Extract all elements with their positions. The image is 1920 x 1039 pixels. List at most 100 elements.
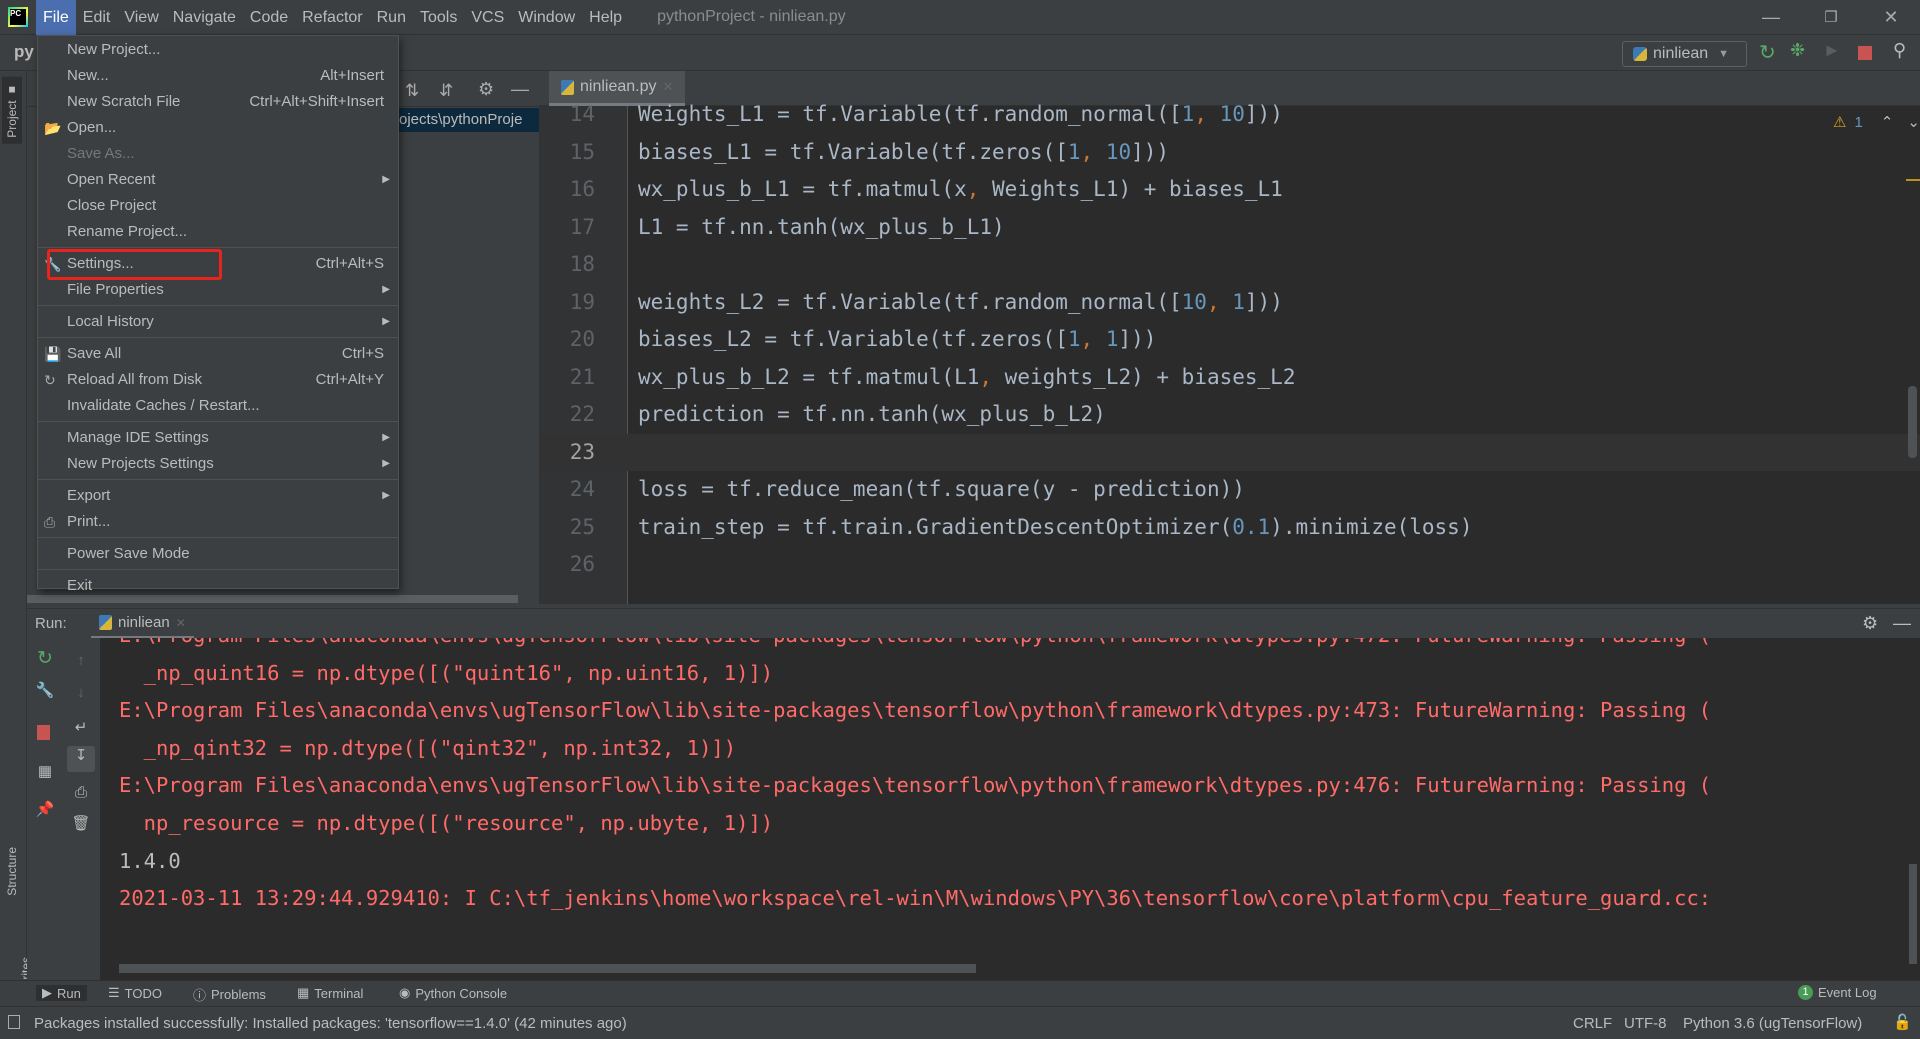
hide-panel-icon[interactable]: —: [1893, 613, 1911, 634]
close-tab-icon[interactable]: ✕: [176, 616, 186, 630]
soft-wrap-icon[interactable]: ↵: [71, 718, 91, 738]
search-icon[interactable]: ⚲: [1893, 40, 1913, 60]
code-line[interactable]: 22 prediction = tf.nn.tanh(wx_plus_b_L2): [539, 396, 1920, 433]
menu-navigate[interactable]: Navigate: [166, 0, 243, 35]
menu-item-export[interactable]: Export ▶: [38, 483, 398, 509]
code-line[interactable]: 25 train_step = tf.train.GradientDescentO…: [539, 509, 1920, 546]
tool-tab-project[interactable]: Project ■: [2, 77, 22, 144]
rerun-icon[interactable]: ↻: [35, 649, 55, 669]
console-line[interactable]: _np_qint32 = np.dtype([("qint32", np.int…: [119, 730, 736, 767]
console-vertical-scrollbar[interactable]: [1909, 864, 1917, 964]
menu-tools[interactable]: Tools: [413, 0, 464, 35]
rerun-icon[interactable]: ↻: [1759, 40, 1779, 64]
code-line[interactable]: 23: [539, 433, 1920, 471]
menu-item-local-history[interactable]: Local History ▶: [38, 309, 398, 335]
code-line[interactable]: 21 wx_plus_b_L2 = tf.matmul(L1, weights_L…: [539, 359, 1920, 396]
debug-bug-icon[interactable]: ❉: [1790, 40, 1810, 60]
expand-all-icon[interactable]: ⇅: [405, 81, 419, 101]
code-line[interactable]: 16 wx_plus_b_L1 = tf.matmul(x, Weights_L1…: [539, 171, 1920, 208]
run-config-dropdown[interactable]: ninliean ▼: [1622, 41, 1747, 67]
menu-code[interactable]: Code: [243, 0, 295, 35]
bottom-tab-problems[interactable]: ⓘ Problems: [193, 985, 266, 1004]
menu-item-reload-all-from-disk[interactable]: ↻ Reload All from Disk Ctrl+Alt+Y: [38, 367, 398, 393]
stop-icon[interactable]: [1858, 46, 1872, 60]
coverage-icon[interactable]: ►: [1823, 40, 1843, 60]
menu-edit[interactable]: Edit: [76, 0, 118, 35]
status-message[interactable]: Packages installed successfully: Install…: [34, 1015, 627, 1032]
close-window-button[interactable]: ✕: [1868, 0, 1914, 35]
menu-item-open[interactable]: 📂 Open...: [38, 115, 398, 141]
bottom-tab-terminal[interactable]: ▦ Terminal: [297, 985, 363, 1001]
menu-item-save-all[interactable]: 💾 Save All Ctrl+S: [38, 341, 398, 367]
console-horizontal-scrollbar[interactable]: [119, 964, 976, 973]
menu-file[interactable]: File: [36, 0, 76, 35]
menu-item-power-save-mode[interactable]: Power Save Mode: [38, 541, 398, 567]
menu-item-new-projects-settings[interactable]: New Projects Settings ▶: [38, 451, 398, 477]
lock-icon[interactable]: 🔓: [1893, 1013, 1912, 1031]
gear-icon[interactable]: ⚙: [478, 79, 494, 100]
code-line[interactable]: 15 biases_L1 = tf.Variable(tf.zeros([1, 1…: [539, 134, 1920, 171]
menu-view[interactable]: View: [117, 0, 165, 35]
inspection-widget[interactable]: ⚠ 1 ⌃ ⌄: [1833, 113, 1920, 132]
menu-item-rename-project[interactable]: Rename Project...: [38, 219, 398, 245]
line-separator-widget[interactable]: CRLF: [1573, 1015, 1612, 1032]
code-line[interactable]: 14 Weights_L1 = tf.Variable(tf.random_nor…: [539, 96, 1920, 133]
wrench-icon[interactable]: 🔧: [35, 681, 55, 701]
bottom-tab-run[interactable]: ▶ Run: [36, 985, 87, 1001]
menu-help[interactable]: Help: [582, 0, 629, 35]
menu-refactor[interactable]: Refactor: [295, 0, 369, 35]
next-highlight-icon[interactable]: ⌄: [1907, 113, 1920, 131]
menu-item-new-project[interactable]: New Project...: [38, 37, 398, 63]
bottom-tab-event-log[interactable]: 1 Event Log: [1798, 985, 1877, 1000]
gear-icon[interactable]: ⚙: [1862, 613, 1878, 634]
code-line[interactable]: 19 weights_L2 = tf.Variable(tf.random_nor…: [539, 284, 1920, 321]
console-line[interactable]: 2021-03-11 13:29:44.929410: I C:\tf_jenk…: [119, 880, 1711, 917]
interpreter-widget[interactable]: Python 3.6 (ugTensorFlow): [1683, 1015, 1862, 1032]
trash-icon[interactable]: 🗑: [71, 814, 91, 834]
warning-stripe-mark[interactable]: [1906, 179, 1920, 181]
editor-vertical-scrollbar[interactable]: [1908, 386, 1917, 458]
scroll-to-end-icon[interactable]: ↧: [67, 746, 95, 772]
code-editor[interactable]: ninliean.py ✕ 14 Weights_L1 = tf.Variable…: [539, 71, 1920, 604]
menu-item-print[interactable]: ⎙ Print...: [38, 509, 398, 535]
console-line[interactable]: _np_quint16 = np.dtype([("quint16", np.u…: [119, 655, 773, 692]
hide-panel-icon[interactable]: —: [511, 79, 529, 100]
menu-item-new-scratch-file[interactable]: New Scratch File Ctrl+Alt+Shift+Insert: [38, 89, 398, 115]
menu-vcs[interactable]: VCS: [464, 0, 511, 35]
code-line[interactable]: 24 loss = tf.reduce_mean(tf.square(y - pr…: [539, 471, 1920, 508]
menu-item-close-project[interactable]: Close Project: [38, 193, 398, 219]
project-breadcrumb[interactable]: py: [14, 42, 34, 62]
menu-item-invalidate-caches-restart[interactable]: Invalidate Caches / Restart...: [38, 393, 398, 419]
code-line[interactable]: 18: [539, 246, 1920, 283]
bottom-tab-todo[interactable]: ☰ TODO: [108, 985, 162, 1001]
console-line[interactable]: E:\Program Files\anaconda\envs\ugTensorF…: [119, 638, 1711, 654]
menu-run[interactable]: Run: [370, 0, 413, 35]
toggle-tool-windows-icon[interactable]: [8, 1015, 20, 1029]
previous-highlight-icon[interactable]: ⌃: [1881, 113, 1894, 131]
code-line[interactable]: 20 biases_L2 = tf.Variable(tf.zeros([1, 1…: [539, 321, 1920, 358]
stop-icon[interactable]: [37, 725, 50, 740]
run-tab-ninliean[interactable]: ninliean ✕: [91, 609, 194, 639]
menu-item-manage-ide-settings[interactable]: Manage IDE Settings ▶: [38, 425, 398, 451]
close-tab-icon[interactable]: ✕: [663, 79, 674, 95]
bottom-tab-python-console[interactable]: ◉ Python Console: [399, 985, 507, 1001]
menu-item-exit[interactable]: Exit: [38, 573, 398, 599]
down-arrow-icon[interactable]: ↓: [71, 683, 91, 703]
console-line[interactable]: np_resource = np.dtype([("resource", np.…: [119, 805, 773, 842]
minimize-button[interactable]: —: [1748, 0, 1794, 35]
menu-item-new[interactable]: New... Alt+Insert: [38, 63, 398, 89]
code-line[interactable]: 26: [539, 546, 1920, 583]
console-line[interactable]: 1.4.0: [119, 843, 181, 880]
menu-item-open-recent[interactable]: Open Recent ▶: [38, 167, 398, 193]
encoding-widget[interactable]: UTF-8: [1624, 1015, 1667, 1032]
console-line[interactable]: E:\Program Files\anaconda\envs\ugTensorF…: [119, 767, 1711, 804]
console-line[interactable]: E:\Program Files\anaconda\envs\ugTensorF…: [119, 692, 1711, 729]
run-console-output[interactable]: E:\Program Files\anaconda\envs\ugTensorF…: [100, 638, 1920, 980]
layout-icon[interactable]: ▦: [35, 762, 55, 782]
up-arrow-icon[interactable]: ↑: [71, 651, 91, 671]
menu-item-file-properties[interactable]: File Properties ▶: [38, 277, 398, 303]
pin-icon[interactable]: 📌: [35, 800, 55, 820]
collapse-all-icon[interactable]: ⇵: [439, 81, 453, 101]
project-tree-selected-item[interactable]: ojects\pythonProje: [399, 108, 539, 132]
code-line[interactable]: 17 L1 = tf.nn.tanh(wx_plus_b_L1): [539, 209, 1920, 246]
